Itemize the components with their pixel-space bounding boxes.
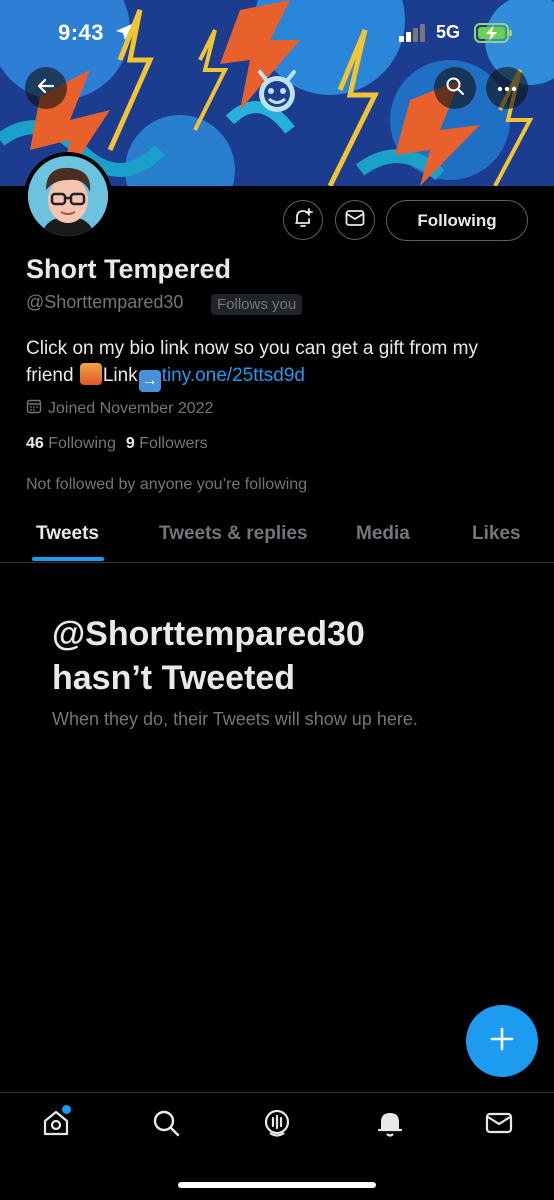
not-followed-text: Not followed by anyone you’re following bbox=[26, 476, 308, 493]
nav-notifications[interactable] bbox=[372, 1107, 408, 1143]
follows-you-badge: Follows you bbox=[211, 294, 303, 315]
status-time: 9:43 bbox=[58, 20, 105, 45]
following-label: Following bbox=[48, 435, 116, 452]
empty-title-line2: hasn’t Tweeted bbox=[52, 659, 296, 697]
followers-stat[interactable]: 9 Followers bbox=[126, 435, 208, 452]
compose-tweet-button[interactable] bbox=[466, 1005, 538, 1077]
back-arrow-icon bbox=[36, 76, 56, 101]
messages-icon bbox=[484, 1108, 514, 1143]
notify-button[interactable] bbox=[283, 200, 323, 240]
follow-stats: 46 Following 9 Followers bbox=[26, 435, 208, 453]
message-button[interactable] bbox=[335, 200, 375, 240]
profile-name: Short Tempered bbox=[26, 254, 232, 284]
bio-link-word: Link bbox=[102, 365, 138, 386]
right-arrow-emoji-icon: → bbox=[138, 370, 161, 392]
bell-plus-icon bbox=[292, 207, 314, 234]
signal-icon bbox=[399, 24, 429, 47]
tab-likes[interactable]: Likes bbox=[472, 523, 521, 545]
active-tab-indicator bbox=[32, 557, 104, 561]
following-stat[interactable]: 46 Following bbox=[26, 435, 116, 452]
back-button[interactable] bbox=[25, 67, 67, 109]
tab-tweets-replies[interactable]: Tweets & replies bbox=[159, 523, 308, 545]
gift-emoji-icon bbox=[79, 363, 102, 385]
profile-handle: @Shorttempared30 bbox=[26, 292, 184, 312]
following-count: 46 bbox=[26, 435, 44, 452]
bio-url-link[interactable]: tiny.one/25ttsd9d bbox=[162, 365, 305, 386]
home-unread-dot bbox=[62, 1105, 71, 1114]
tab-media[interactable]: Media bbox=[356, 523, 410, 545]
profile-tabs: Tweets Tweets & replies Media Likes bbox=[0, 510, 554, 563]
avatar[interactable] bbox=[24, 152, 112, 240]
nav-spaces[interactable] bbox=[259, 1107, 295, 1143]
search-icon bbox=[151, 1108, 181, 1143]
followers-count: 9 bbox=[125, 435, 135, 452]
more-options-button[interactable] bbox=[486, 67, 528, 109]
empty-state-subtitle: When they do, their Tweets will show up … bbox=[52, 709, 418, 729]
following-button[interactable]: Following bbox=[386, 200, 528, 241]
status-bar: 9:43 5G bbox=[0, 0, 554, 64]
home-indicator bbox=[178, 1182, 376, 1188]
search-button[interactable] bbox=[434, 67, 476, 109]
nav-search[interactable] bbox=[148, 1107, 184, 1143]
battery-icon bbox=[474, 22, 514, 49]
joined-date: Joined November 2022 bbox=[26, 398, 213, 419]
envelope-icon bbox=[345, 209, 365, 232]
profile-bio: Click on my bio link now so you can get … bbox=[26, 335, 526, 392]
search-icon bbox=[445, 76, 465, 101]
followers-label: Followers bbox=[139, 435, 208, 452]
plus-icon bbox=[489, 1026, 515, 1057]
tab-tweets[interactable]: Tweets bbox=[36, 523, 99, 545]
spaces-icon bbox=[262, 1108, 292, 1143]
network-label: 5G bbox=[436, 22, 461, 42]
profile-logo-icon bbox=[254, 66, 300, 121]
more-horizontal-icon bbox=[497, 79, 517, 97]
calendar-icon bbox=[26, 398, 42, 419]
joined-text: Joined November 2022 bbox=[48, 399, 214, 417]
empty-title-line1: @Shorttempared30 bbox=[52, 615, 365, 653]
nav-messages[interactable] bbox=[481, 1107, 517, 1143]
location-arrow-icon bbox=[114, 22, 134, 47]
empty-state-title: @Shorttempared30 hasn’t Tweeted bbox=[52, 612, 365, 700]
notifications-icon bbox=[375, 1108, 405, 1143]
